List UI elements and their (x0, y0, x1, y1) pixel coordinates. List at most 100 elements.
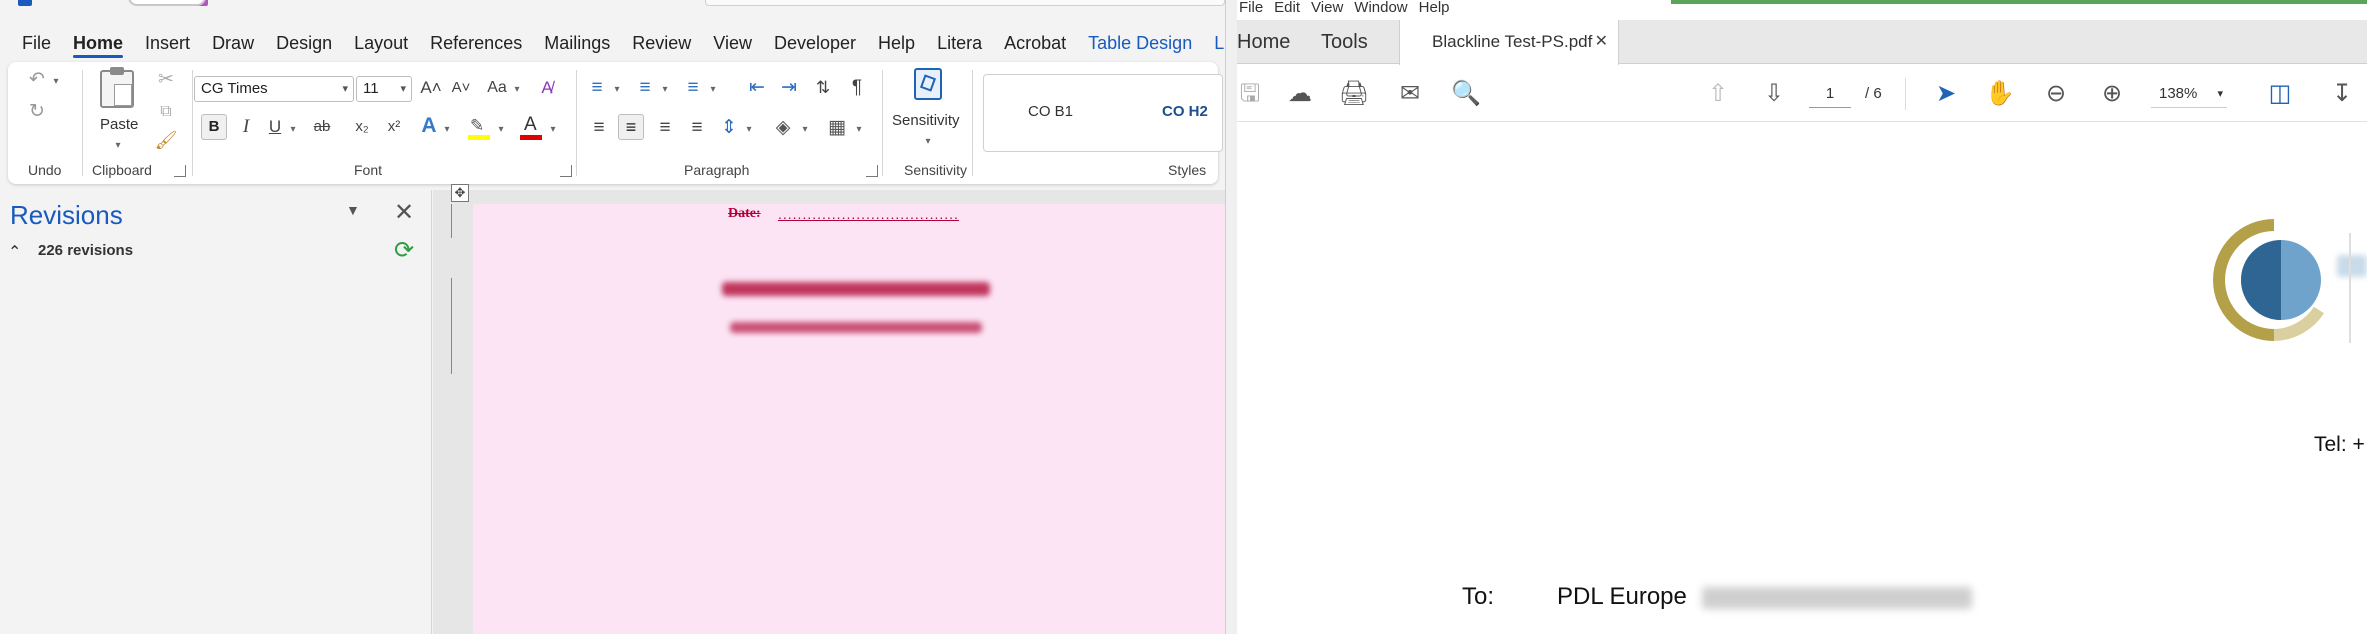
tab-home[interactable]: Home (62, 26, 134, 60)
more-tools-icon[interactable]: ↧ (2325, 78, 2359, 110)
line-spacing-dropdown-icon[interactable]: ▾ (744, 118, 754, 142)
clear-formatting-icon[interactable]: A̸ (534, 76, 560, 100)
underline-button[interactable]: U (264, 115, 286, 139)
change-case-icon[interactable]: Aa (482, 76, 512, 100)
multilevel-dropdown-icon[interactable]: ▾ (708, 78, 718, 102)
redo-icon[interactable]: ↻ (24, 100, 50, 124)
align-center-button[interactable]: ≡ (618, 114, 644, 140)
tab-file[interactable]: File (0, 26, 62, 60)
tab-table-design[interactable]: Table Design (1077, 26, 1203, 60)
zoom-out-icon[interactable]: ⊖ (2039, 78, 2073, 110)
paste-icon[interactable] (100, 67, 134, 108)
align-left-icon[interactable]: ≡ (586, 116, 612, 140)
increase-indent-icon[interactable]: ⇥ (776, 76, 802, 100)
collapse-chevron-icon[interactable]: ⌃ (8, 242, 21, 262)
next-page-icon[interactable]: ⇩ (1757, 78, 1791, 110)
font-name-select[interactable]: CG Times ▾ (194, 76, 354, 102)
sensitivity-button-label[interactable]: Sensitivity (892, 112, 960, 129)
table-move-handle-icon[interactable]: ✥ (451, 184, 469, 202)
tab-litera[interactable]: Litera (926, 26, 993, 60)
change-case-dropdown-icon[interactable]: ▾ (512, 78, 522, 102)
justify-icon[interactable]: ≡ (684, 116, 710, 140)
previous-page-icon[interactable]: ⇧ (1701, 78, 1735, 110)
decrease-indent-icon[interactable]: ⇤ (744, 76, 770, 100)
borders-dropdown-icon[interactable]: ▾ (854, 118, 864, 142)
revisions-count[interactable]: 226 revisions (38, 242, 133, 259)
numbering-icon[interactable]: ≡ (632, 76, 658, 100)
text-effects-dropdown-icon[interactable]: ▾ (442, 118, 452, 142)
tab-help[interactable]: Help (867, 26, 926, 60)
sensitivity-icon[interactable] (914, 68, 942, 100)
tab-view[interactable]: View (702, 26, 763, 60)
menu-file[interactable]: File (1237, 0, 1272, 18)
highlight-color-icon[interactable]: ✎ (468, 116, 490, 140)
bold-button[interactable]: B (201, 114, 227, 140)
grow-font-icon[interactable]: A˄ (418, 76, 444, 100)
tab-draw[interactable]: Draw (201, 26, 265, 60)
show-formatting-icon[interactable]: ¶ (844, 76, 870, 100)
select-cursor-icon[interactable]: ➤ (1929, 78, 1963, 110)
close-icon[interactable]: ✕ (1595, 20, 1608, 64)
italic-button[interactable]: I (234, 115, 258, 139)
close-icon[interactable]: ✕ (394, 198, 414, 227)
text-effects-icon[interactable]: A (416, 114, 442, 138)
save-icon[interactable]: 🖫 (1237, 78, 1267, 110)
print-icon[interactable]: 🖨 (1337, 78, 1371, 110)
page-display-icon[interactable]: ◫ (2263, 78, 2297, 110)
bullets-icon[interactable]: ≡ (584, 76, 610, 100)
shading-icon[interactable]: ◈ (770, 116, 796, 140)
tab-acrobat[interactable]: Acrobat (993, 26, 1077, 60)
line-spacing-icon[interactable]: ⇕ (716, 116, 742, 140)
format-painter-icon[interactable]: 🖌 (154, 128, 178, 152)
clipboard-launcher-icon[interactable] (174, 165, 186, 177)
email-icon[interactable]: ✉ (1393, 78, 1427, 110)
menu-edit[interactable]: Edit (1272, 0, 1309, 18)
tab-home[interactable]: Home (1237, 20, 1290, 64)
shrink-font-icon[interactable]: A˅ (448, 76, 474, 100)
bullets-dropdown-icon[interactable]: ▾ (612, 78, 622, 102)
align-right-icon[interactable]: ≡ (652, 116, 678, 140)
refresh-icon[interactable]: ⟳ (394, 236, 414, 265)
autosave-toggle[interactable] (128, 0, 206, 6)
undo-icon[interactable]: ↶ (24, 68, 50, 92)
font-launcher-icon[interactable] (560, 165, 572, 177)
subscript-button[interactable]: x₂ (350, 115, 374, 139)
search-icon[interactable]: 🔍 (1449, 78, 1483, 110)
zoom-level-select[interactable]: 138% ▾ (2151, 80, 2227, 108)
menu-view[interactable]: View (1309, 0, 1352, 18)
paragraph-launcher-icon[interactable] (866, 165, 878, 177)
window-divider[interactable] (1225, 0, 1237, 634)
cut-icon[interactable]: ✂ (154, 68, 178, 92)
paste-dropdown-icon[interactable]: ▾ (112, 134, 124, 158)
shading-dropdown-icon[interactable]: ▾ (800, 118, 810, 142)
tab-tools[interactable]: Tools (1321, 20, 1368, 64)
upload-cloud-icon[interactable]: ☁ (1283, 78, 1317, 110)
hand-tool-icon[interactable]: ✋ (1983, 78, 2017, 110)
font-size-select[interactable]: 11 ▾ (356, 76, 412, 102)
menu-help[interactable]: Help (1417, 0, 1459, 18)
font-color-dropdown-icon[interactable]: ▾ (548, 118, 558, 142)
sensitivity-dropdown-icon[interactable]: ▾ (922, 130, 934, 154)
tab-insert[interactable]: Insert (134, 26, 201, 60)
sort-icon[interactable]: ⇅ (810, 76, 836, 100)
multilevel-list-icon[interactable]: ≡ (680, 76, 706, 100)
search-box[interactable] (705, 0, 1225, 6)
tab-table-layout[interactable]: Layou (1203, 26, 1225, 60)
tab-layout[interactable]: Layout (343, 26, 419, 60)
tab-review[interactable]: Review (621, 26, 702, 60)
style-co-h2[interactable]: CO H2 (1162, 103, 1208, 120)
paste-button-label[interactable]: Paste (100, 116, 138, 133)
tab-design[interactable]: Design (265, 26, 343, 60)
tab-developer[interactable]: Developer (763, 26, 867, 60)
tab-references[interactable]: References (419, 26, 533, 60)
revisions-options-icon[interactable]: ▼ (346, 202, 360, 218)
borders-icon[interactable]: ▦ (824, 116, 850, 140)
highlight-dropdown-icon[interactable]: ▾ (496, 118, 506, 142)
styles-gallery[interactable]: CO B1 CO H2 (983, 74, 1223, 152)
page-number-input[interactable]: 1 (1809, 80, 1851, 108)
zoom-in-icon[interactable]: ⊕ (2095, 78, 2129, 110)
copy-icon[interactable]: ⧉ (154, 100, 178, 124)
tab-mailings[interactable]: Mailings (533, 26, 621, 60)
document-tab[interactable]: Blackline Test-PS.pdf ✕ (1399, 20, 1619, 65)
pdf-page[interactable]: Tel: + To: PDL Europe (1237, 123, 2367, 634)
